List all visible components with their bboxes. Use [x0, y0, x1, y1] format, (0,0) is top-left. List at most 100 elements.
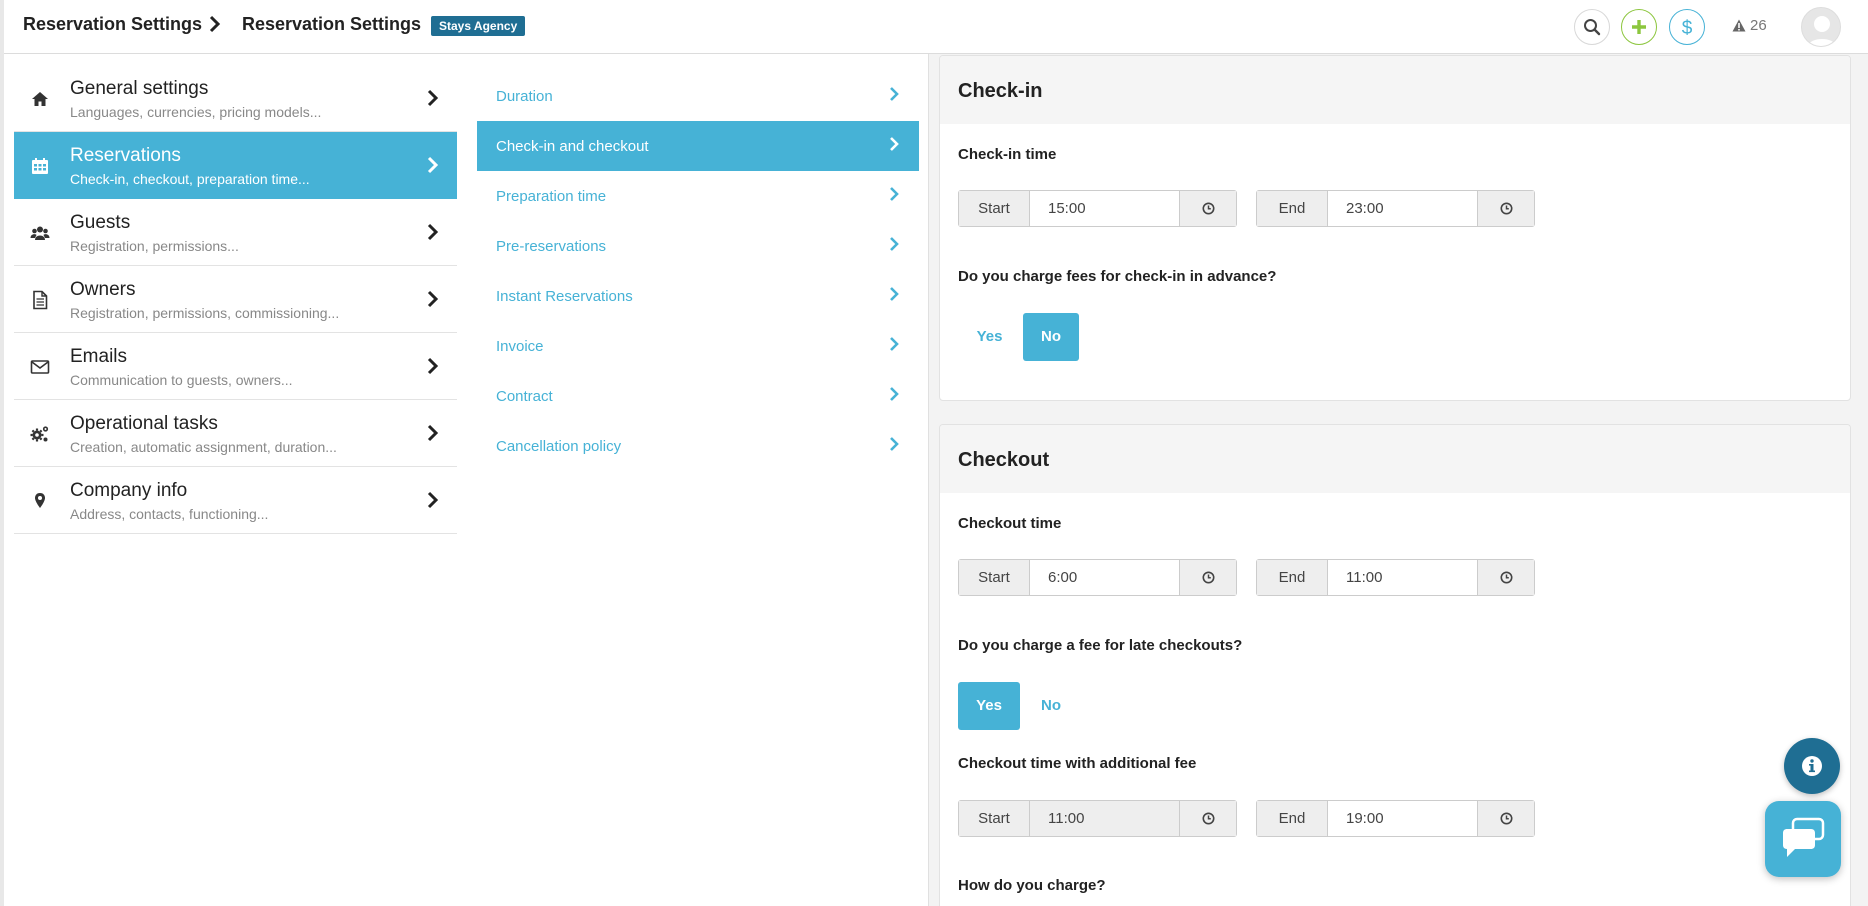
menu-item-owners[interactable]: Owners Registration, permissions, commis…	[14, 266, 457, 333]
reservations-submenu: Duration Check-in and checkout Preparati…	[477, 71, 919, 471]
envelope-icon	[30, 360, 50, 374]
alerts-indicator[interactable]: 26	[1732, 17, 1767, 37]
menu-item-operational-tasks[interactable]: Operational tasks Creation, automatic as…	[14, 400, 457, 467]
chevron-right-icon	[890, 387, 899, 401]
chevron-right-icon	[890, 337, 899, 351]
check-in-end-time: End 23:00	[1256, 190, 1535, 227]
advance-fee-no-button[interactable]: No	[1023, 313, 1079, 361]
menu-item-emails[interactable]: Emails Communication to guests, owners..…	[14, 333, 457, 400]
card-title: Checkout	[958, 449, 1050, 471]
add-button[interactable]	[1621, 9, 1657, 45]
submenu-item-pre-reservations[interactable]: Pre-reservations	[477, 221, 919, 271]
checkout-start-input[interactable]: 6:00	[1030, 560, 1179, 595]
checkout-end-input[interactable]: 11:00	[1328, 560, 1477, 595]
submenu-item-label: Contract	[496, 388, 553, 405]
time-prefix: End	[1257, 560, 1328, 595]
additional-fee-time-label: Checkout time with additional fee	[958, 755, 1197, 772]
clock-button[interactable]	[1477, 191, 1534, 226]
check-in-end-input[interactable]: 23:00	[1328, 191, 1477, 226]
submenu-item-label: Duration	[496, 88, 553, 105]
chevron-right-icon	[890, 87, 899, 101]
menu-item-title: General settings	[70, 78, 209, 99]
breadcrumb-root[interactable]: Reservation Settings	[23, 14, 202, 35]
submenu-item-cancellation-policy[interactable]: Cancellation policy	[477, 421, 919, 471]
late-fee-no-button[interactable]: No	[1023, 682, 1079, 730]
info-button[interactable]	[1784, 738, 1840, 794]
user-avatar-icon	[1807, 16, 1837, 46]
chevron-right-icon	[209, 15, 225, 35]
menu-item-reservations[interactable]: Reservations Check-in, checkout, prepara…	[14, 132, 457, 199]
submenu-item-label: Pre-reservations	[496, 238, 607, 255]
time-prefix: Start	[959, 560, 1030, 595]
additional-fee-start-input: 11:00	[1030, 801, 1179, 836]
menu-item-subtitle: Languages, currencies, pricing models...	[70, 104, 322, 120]
submenu-item-label: Cancellation policy	[496, 438, 622, 455]
menu-item-company-info[interactable]: Company info Address, contacts, function…	[14, 467, 457, 534]
top-header: Reservation Settings Reservation Setting…	[4, 0, 1868, 54]
clock-icon	[1202, 812, 1215, 825]
card-title: Check-in	[958, 80, 1043, 102]
document-icon	[33, 290, 48, 310]
submenu-item-label: Check-in and checkout	[496, 138, 649, 155]
submenu-item-invoice[interactable]: Invoice	[477, 321, 919, 371]
how-charge-label: How do you charge?	[958, 877, 1106, 894]
map-pin-icon	[35, 493, 45, 508]
submenu-item-instant-reservations[interactable]: Instant Reservations	[477, 271, 919, 321]
submenu-item-contract[interactable]: Contract	[477, 371, 919, 421]
menu-item-general-settings[interactable]: General settings Languages, currencies, …	[14, 65, 457, 132]
warning-icon	[1732, 19, 1746, 32]
chat-icon	[1783, 817, 1825, 857]
clock-button[interactable]	[1179, 560, 1236, 595]
menu-item-subtitle: Creation, automatic assignment, duration…	[70, 439, 337, 455]
submenu-item-label: Preparation time	[496, 188, 607, 205]
finance-button[interactable]: $	[1669, 9, 1705, 45]
submenu-item-check-in-and-checkout[interactable]: Check-in and checkout	[477, 121, 919, 171]
menu-item-title: Reservations	[70, 145, 181, 166]
menu-item-subtitle: Registration, permissions, commissioning…	[70, 305, 340, 321]
additional-fee-end-time: End 19:00	[1256, 800, 1535, 837]
check-in-time-label: Check-in time	[958, 146, 1057, 163]
additional-fee-end-input[interactable]: 19:00	[1328, 801, 1477, 836]
check-in-card: Check-in Check-in time Start 15:00 End 2…	[939, 55, 1851, 401]
plus-icon	[1632, 20, 1646, 34]
users-icon	[30, 226, 50, 240]
clock-button[interactable]	[1477, 801, 1534, 836]
chevron-right-icon	[890, 237, 899, 251]
alerts-count: 26	[1750, 17, 1767, 34]
late-fee-yes-button[interactable]: Yes	[958, 682, 1020, 730]
clock-icon	[1500, 812, 1513, 825]
gears-icon	[30, 426, 49, 442]
advance-fee-yes-button[interactable]: Yes	[959, 313, 1020, 361]
clock-button[interactable]	[1179, 191, 1236, 226]
checkout-time-label: Checkout time	[958, 515, 1062, 532]
clock-icon	[1202, 202, 1215, 215]
chevron-right-icon	[427, 89, 439, 107]
chevron-right-icon	[890, 187, 899, 201]
submenu-item-preparation-time[interactable]: Preparation time	[477, 171, 919, 221]
settings-menu: General settings Languages, currencies, …	[14, 65, 457, 534]
menu-item-title: Emails	[70, 346, 128, 367]
clock-button[interactable]	[1477, 560, 1534, 595]
menu-item-subtitle: Check-in, checkout, preparation time...	[70, 171, 310, 187]
clock-icon	[1500, 571, 1513, 584]
chevron-right-icon	[890, 287, 899, 301]
dollar-icon: $	[1682, 18, 1693, 38]
menu-item-title: Company info	[70, 480, 188, 501]
time-prefix: Start	[959, 801, 1030, 836]
search-button[interactable]	[1574, 9, 1610, 45]
time-prefix: End	[1257, 801, 1328, 836]
menu-item-guests[interactable]: Guests Registration, permissions...	[14, 199, 457, 266]
svg-text:$: $	[1682, 18, 1693, 38]
checkout-end-time: End 11:00	[1256, 559, 1535, 596]
advance-fee-question: Do you charge fees for check-in in advan…	[958, 268, 1277, 285]
check-in-start-input[interactable]: 15:00	[1030, 191, 1179, 226]
check-in-start-time: Start 15:00	[958, 190, 1237, 227]
card-header: Check-in	[940, 56, 1850, 124]
clock-button[interactable]	[1179, 801, 1236, 836]
time-prefix: End	[1257, 191, 1328, 226]
time-prefix: Start	[959, 191, 1030, 226]
submenu-item-duration[interactable]: Duration	[477, 71, 919, 121]
breadcrumb-current: Reservation Settings	[242, 14, 422, 34]
chat-button[interactable]	[1765, 801, 1841, 877]
avatar[interactable]	[1801, 7, 1841, 47]
